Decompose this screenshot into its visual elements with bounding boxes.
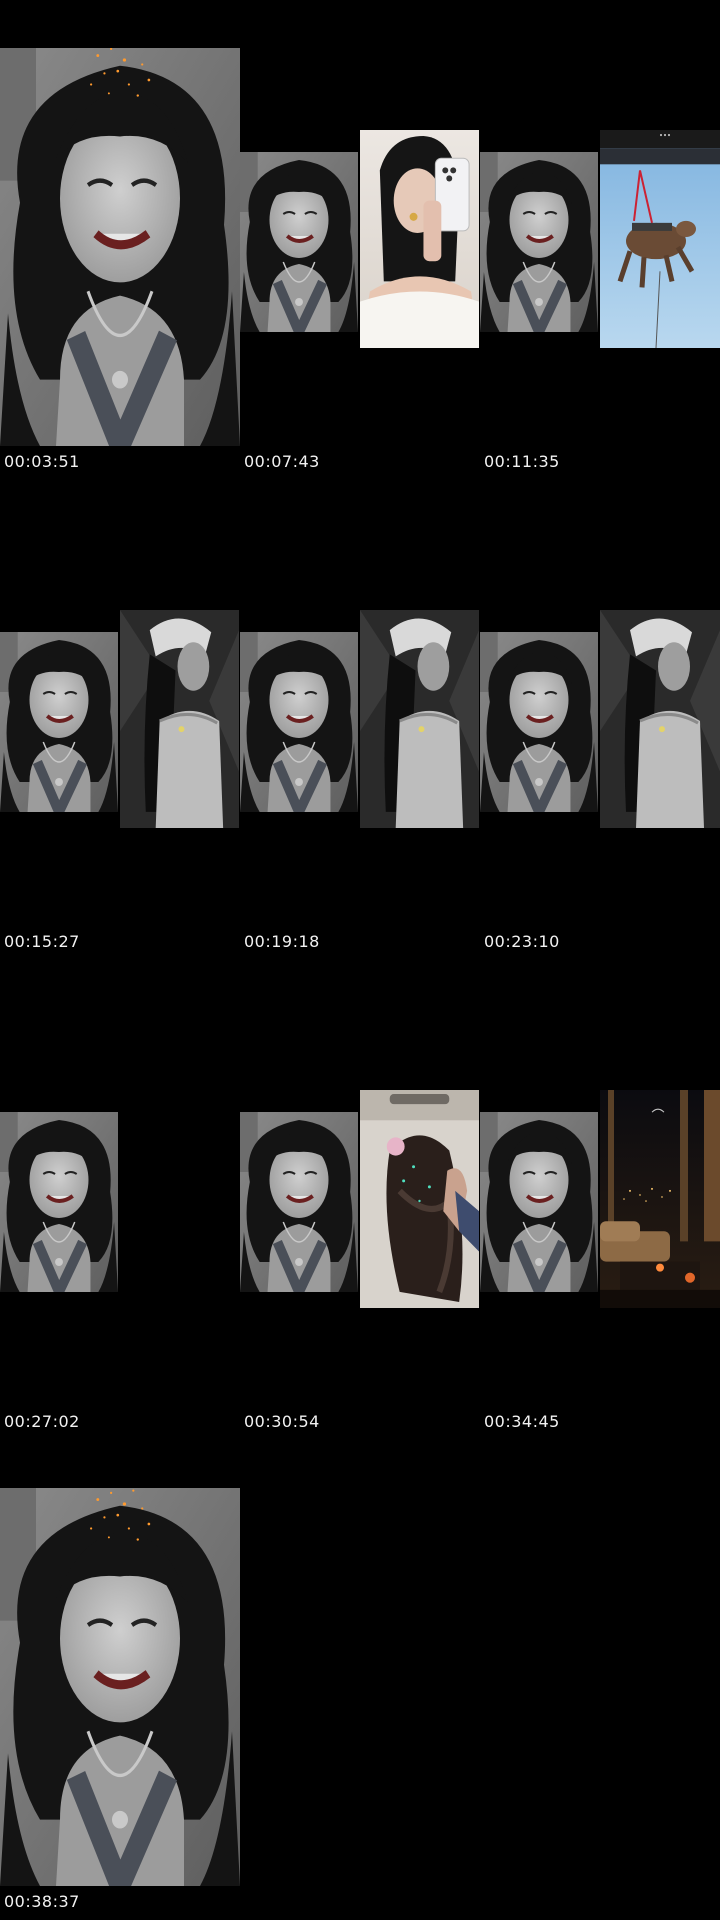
thumbnail-profile-scarf[interactable] bbox=[120, 610, 239, 828]
thumbnail-night-apartment[interactable] bbox=[600, 1090, 720, 1308]
thumbnail-profile-scarf[interactable] bbox=[600, 610, 720, 828]
thumbnail-portrait[interactable] bbox=[480, 632, 598, 812]
timestamp: 00:38:37 bbox=[4, 1892, 80, 1911]
timestamp: 00:19:18 bbox=[244, 932, 320, 951]
thumbnail-portrait[interactable] bbox=[480, 152, 598, 332]
thumbnail-portrait[interactable] bbox=[240, 632, 358, 812]
timestamp: 00:27:02 bbox=[4, 1412, 80, 1431]
timestamp: 00:03:51 bbox=[4, 452, 80, 471]
timestamp: 00:34:45 bbox=[484, 1412, 560, 1431]
timestamp: 00:23:10 bbox=[484, 932, 560, 951]
thumbnail-portrait[interactable] bbox=[480, 1112, 598, 1292]
timestamp: 00:15:27 bbox=[4, 932, 80, 951]
thumbnail-large-portrait[interactable] bbox=[0, 48, 240, 446]
thumbnail-large-portrait[interactable] bbox=[0, 1488, 240, 1886]
thumbnail-portrait[interactable] bbox=[240, 1112, 358, 1292]
thumbnail-hair-car[interactable] bbox=[360, 1090, 479, 1308]
thumbnail-cow-sky[interactable] bbox=[600, 130, 720, 348]
thumbnail-profile-scarf[interactable] bbox=[360, 610, 479, 828]
thumbnail-portrait[interactable] bbox=[0, 632, 118, 812]
timestamp: 00:07:43 bbox=[244, 452, 320, 471]
thumbnail-portrait[interactable] bbox=[240, 152, 358, 332]
timestamp: 00:30:54 bbox=[244, 1412, 320, 1431]
thumbnail-selfie[interactable] bbox=[360, 130, 479, 348]
timestamp: 00:11:35 bbox=[484, 452, 560, 471]
thumbnail-portrait[interactable] bbox=[0, 1112, 118, 1292]
